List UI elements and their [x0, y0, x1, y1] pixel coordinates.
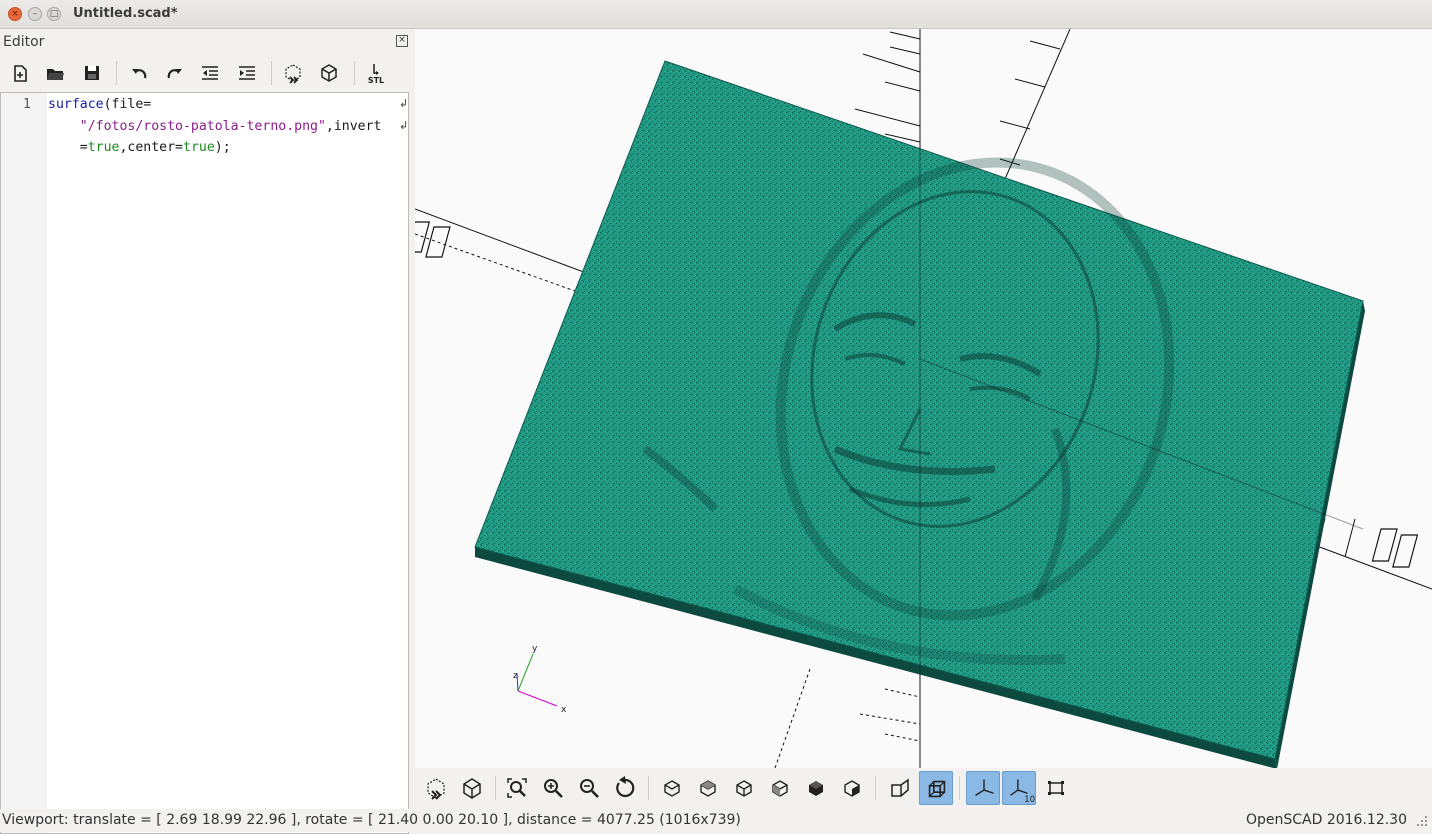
- unindent-button[interactable]: [199, 62, 221, 84]
- save-file-button[interactable]: [81, 62, 103, 84]
- perspective-button[interactable]: [883, 771, 917, 805]
- minimize-window-button[interactable]: –: [28, 7, 42, 21]
- window-title: Untitled.scad*: [73, 6, 178, 21]
- render-icon: [463, 778, 481, 799]
- axis-label-z: z: [513, 671, 518, 681]
- export-stl-button[interactable]: STL: [365, 62, 387, 85]
- view-left-icon: [772, 780, 788, 797]
- editor-panel: Editor × STL 1 surface(file= "/fotos/ros…: [0, 29, 414, 834]
- view-bottom-button[interactable]: [727, 771, 761, 805]
- editor-close-button[interactable]: ×: [396, 35, 408, 47]
- view-all-icon: [507, 778, 527, 798]
- export-stl-icon: STL: [368, 64, 384, 85]
- render-button[interactable]: [318, 62, 340, 84]
- editor-label: Editor: [3, 34, 45, 50]
- redo-icon: [167, 69, 182, 79]
- line-number: 1: [23, 97, 31, 112]
- scale-markers-icon: 10: [1010, 779, 1035, 805]
- axis-label-y: y: [532, 644, 538, 654]
- 3d-viewport[interactable]: x y z: [415, 29, 1432, 768]
- scale-label: 10: [1024, 795, 1035, 805]
- render-icon: [321, 64, 337, 82]
- zoom-in-icon: [544, 779, 563, 798]
- preview-icon: [285, 64, 301, 84]
- show-edges-button[interactable]: [1039, 771, 1073, 805]
- code-line-1-wrap-2: =true,center=true);: [79, 140, 231, 155]
- wrap-indicator-icon: ↲: [399, 119, 409, 132]
- save-icon: [85, 66, 99, 80]
- view-front-icon: [809, 781, 823, 796]
- show-axes-button[interactable]: [966, 771, 1000, 805]
- axis-label-x: x: [561, 705, 567, 715]
- perspective-icon: [891, 778, 909, 797]
- axes-icon: [975, 779, 994, 796]
- vt-render-button[interactable]: [455, 771, 489, 805]
- axis-gizmo: x y z: [513, 644, 567, 715]
- indent-icon: [239, 66, 255, 80]
- view-right-button[interactable]: [655, 771, 689, 805]
- version-label: OpenSCAD 2016.12.30: [1245, 812, 1407, 828]
- indent-button[interactable]: [236, 62, 258, 84]
- wrap-indicator-icon: ↲: [399, 97, 409, 110]
- reset-view-button[interactable]: [608, 771, 642, 805]
- open-file-button[interactable]: [44, 62, 66, 84]
- folder-open-icon: [47, 69, 64, 80]
- undo-icon: [132, 69, 147, 79]
- preview-icon: [427, 778, 445, 800]
- view-top-button[interactable]: [691, 771, 725, 805]
- code-line-1-wrap-1: "/fotos/rosto-patola-terno.png",invert: [79, 119, 382, 134]
- viewport-status: Viewport: translate = [ 2.69 18.99 22.96…: [2, 812, 741, 828]
- view-back-icon: [844, 780, 860, 797]
- viewport-canvas: x y z: [415, 29, 1432, 768]
- code-line-1: surface(file=: [48, 97, 152, 112]
- close-window-button[interactable]: ×: [8, 7, 22, 21]
- new-file-icon: [14, 65, 27, 82]
- zoom-out-icon: [580, 779, 599, 798]
- show-scale-markers-button[interactable]: 10: [1002, 771, 1036, 805]
- resize-grip-icon[interactable]: [1416, 815, 1428, 827]
- stl-label: STL: [368, 76, 384, 84]
- view-top-icon: [700, 780, 716, 797]
- preview-button[interactable]: [282, 62, 304, 84]
- maximize-window-button[interactable]: □: [47, 7, 61, 21]
- view-all-button[interactable]: [500, 771, 534, 805]
- orthogonal-button[interactable]: [919, 771, 953, 805]
- zoom-out-button[interactable]: [572, 771, 606, 805]
- viewport-toolbar: 10: [415, 768, 1432, 808]
- zoom-in-button[interactable]: [536, 771, 570, 805]
- new-file-button[interactable]: [9, 62, 31, 84]
- view-left-button[interactable]: [763, 771, 797, 805]
- title-bar: × – □ Untitled.scad*: [0, 0, 1432, 29]
- reset-view-icon: [616, 776, 635, 798]
- line-number-gutter: [1, 93, 47, 833]
- view-back-button[interactable]: [835, 771, 869, 805]
- edges-icon: [1048, 781, 1064, 795]
- code-editor[interactable]: 1 surface(file= "/fotos/rosto-patola-ter…: [0, 92, 409, 834]
- view-front-button[interactable]: [799, 771, 833, 805]
- unindent-icon: [202, 66, 218, 80]
- undo-button[interactable]: [128, 62, 150, 84]
- vt-preview-button[interactable]: [419, 771, 453, 805]
- status-bar: Viewport: translate = [ 2.69 18.99 22.96…: [0, 809, 1432, 832]
- view-right-icon: [664, 780, 680, 797]
- orthogonal-icon: [928, 780, 946, 798]
- view-bottom-icon: [736, 780, 752, 797]
- redo-button[interactable]: [164, 62, 186, 84]
